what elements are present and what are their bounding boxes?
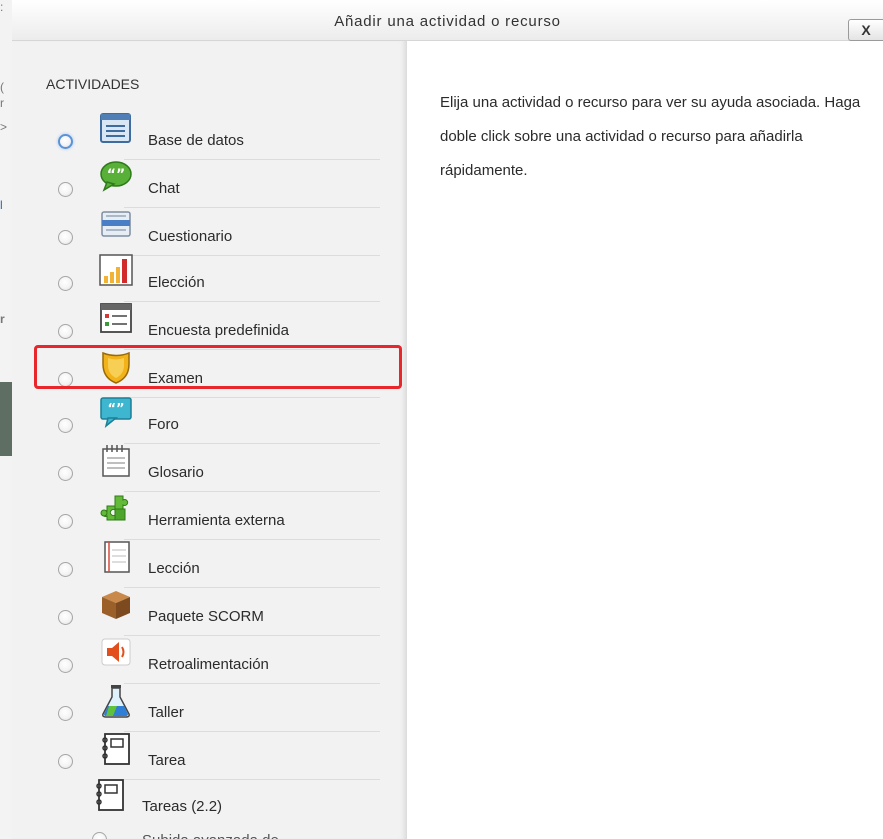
activity-radio[interactable] (58, 658, 73, 673)
activity-label: Cuestionario (148, 228, 233, 245)
close-icon: X (861, 22, 871, 38)
background-text: > (0, 120, 8, 134)
background-text: r (0, 96, 4, 110)
activity-option[interactable]: “” Chat (46, 160, 380, 208)
activity-option[interactable]: Retroalimentación (46, 636, 380, 684)
activity-radio[interactable] (58, 276, 73, 291)
activity-option-partial[interactable]: Subida avanzada de... (46, 820, 378, 839)
activity-label: Subida avanzada de... (142, 832, 291, 839)
activity-label: Tareas (2.2) (142, 798, 223, 815)
survey-icon (99, 302, 132, 334)
activity-option[interactable]: Base de datos (46, 112, 380, 160)
help-text: Elija una actividad o recurso para ver s… (440, 94, 861, 179)
activity-label: Elección (148, 274, 205, 291)
activity-radio[interactable] (58, 706, 73, 721)
activity-option[interactable]: “” Foro (46, 396, 380, 444)
activity-option[interactable]: Tareas (2.2) (46, 778, 378, 822)
activity-option[interactable]: Tarea (46, 732, 380, 780)
activities-panel: Base de datos “” Chat Cuestionario Elección E… (12, 41, 407, 839)
activity-label: Base de datos (148, 132, 244, 149)
dialog-titlebar: Añadir una actividad o recurso X (12, 0, 883, 41)
section-title: ACTIVIDADES (46, 76, 140, 92)
activity-option[interactable]: Encuesta predefinida (46, 302, 380, 350)
activity-label: Tarea (148, 752, 186, 769)
background-text: : (0, 0, 4, 14)
activity-label: Retroalimentación (148, 656, 269, 673)
forum-icon: “” (99, 396, 132, 428)
activity-radio[interactable] (58, 514, 73, 529)
glossary-icon (99, 444, 131, 477)
questionnaire-icon (99, 208, 131, 240)
highlight-box (34, 345, 402, 389)
lesson-icon (99, 540, 131, 573)
activity-radio[interactable] (58, 562, 73, 577)
activity-label: Taller (148, 704, 184, 721)
activity-label: Lección (148, 560, 200, 577)
background-image (0, 382, 12, 456)
activity-radio[interactable] (58, 230, 73, 245)
activity-option[interactable]: Cuestionario (46, 208, 380, 256)
chat-icon: “” (99, 160, 132, 192)
activity-radio[interactable] (58, 610, 73, 625)
activity-radio[interactable] (58, 324, 73, 339)
database-icon (99, 112, 131, 144)
package-box-icon (99, 588, 131, 620)
activity-option[interactable]: Paquete SCORM (46, 588, 380, 636)
activity-option[interactable]: Glosario (46, 444, 380, 492)
background-page: : ( r > l r (0, 0, 12, 839)
activity-label: Paquete SCORM (148, 608, 264, 625)
assignment-icon (93, 778, 125, 811)
activity-option[interactable]: Lección (46, 540, 380, 588)
add-activity-dialog: Añadir una actividad o recurso X Base de… (12, 0, 883, 839)
choice-chart-icon (99, 254, 133, 286)
dialog-title: Añadir una actividad o recurso (334, 13, 561, 30)
background-text: ( (0, 80, 4, 94)
svg-text:“”: “” (107, 402, 124, 417)
activity-radio[interactable] (58, 182, 73, 197)
activity-radio[interactable] (92, 832, 107, 839)
activity-label: Chat (148, 180, 180, 197)
workshop-flask-icon (99, 684, 131, 718)
background-text: l (0, 198, 3, 212)
activity-option[interactable]: Elección (46, 254, 380, 302)
activity-radio[interactable] (58, 754, 73, 769)
activity-option[interactable]: Herramienta externa (46, 492, 380, 540)
activity-label: Herramienta externa (148, 512, 285, 529)
activity-label: Encuesta predefinida (148, 322, 289, 339)
feedback-speaker-icon (99, 636, 131, 668)
activity-radio[interactable] (58, 466, 73, 481)
puzzle-icon (99, 492, 131, 524)
assignment-icon (99, 732, 131, 765)
background-text: r (0, 312, 5, 326)
activity-option[interactable]: Taller (46, 684, 380, 732)
close-button[interactable]: X (848, 19, 883, 41)
svg-text:“”: “” (107, 167, 125, 183)
activity-label: Glosario (148, 464, 204, 481)
activity-radio[interactable] (58, 418, 73, 433)
activity-radio[interactable] (58, 134, 73, 149)
activity-label: Foro (148, 416, 179, 433)
